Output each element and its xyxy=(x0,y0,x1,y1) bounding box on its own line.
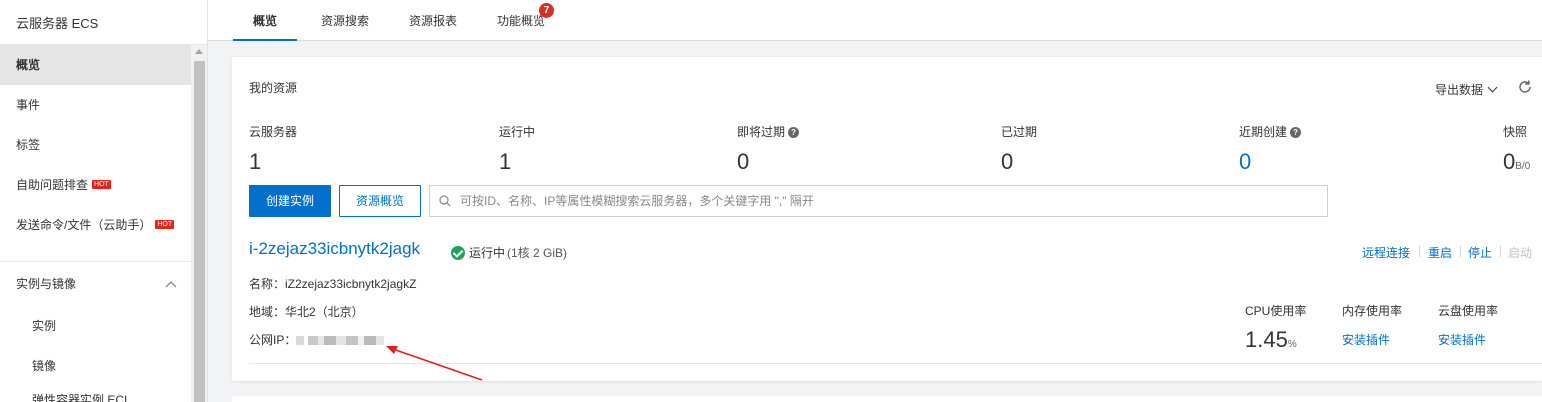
metric-value: 1.45 xyxy=(1245,327,1288,352)
sidebar-item-eci[interactable]: 弹性容器实例 ECI xyxy=(0,386,191,402)
ip-label: 公网IP： xyxy=(249,333,297,347)
metric-label: 内存使用率 xyxy=(1342,304,1403,318)
stat-label: 已过期 xyxy=(1001,125,1038,139)
metric-unit: % xyxy=(1287,339,1297,350)
stat-label: 近期创建 xyxy=(1239,125,1288,139)
product-title: 云服务器 ECS xyxy=(16,16,99,31)
search-input[interactable] xyxy=(460,186,1320,216)
tab-resource-search[interactable]: 资源搜索 xyxy=(309,0,381,41)
check-circle-icon xyxy=(451,246,465,260)
metric-label: 云盘使用率 xyxy=(1438,304,1499,318)
next-card xyxy=(232,396,1542,402)
instance-id-link[interactable]: i-2zejaz33icbnytk2jagk xyxy=(249,239,420,259)
chevron-up-icon xyxy=(165,262,177,306)
sidebar-item-label: 自助问题排查 xyxy=(16,178,89,192)
instance-name: 名称：iZ2zejaz33icbnytk2jagkZ xyxy=(249,277,417,291)
sidebar-item-overview[interactable]: 概览 xyxy=(0,45,191,85)
sidebar-scrollbar[interactable] xyxy=(191,45,207,402)
action-divider xyxy=(1500,246,1501,257)
install-plugin-link[interactable]: 安装插件 xyxy=(1438,331,1498,348)
status-text: 运行中 xyxy=(469,246,506,260)
sidebar-item-label: 发送命令/文件（云助手） xyxy=(16,218,152,232)
sidebar-item-troubleshoot[interactable]: 自助问题排查 HOT xyxy=(0,165,191,205)
sidebar-item-label: 事件 xyxy=(16,98,41,112)
stat-value: 0 xyxy=(737,149,750,174)
create-instance-button[interactable]: 创建实例 xyxy=(249,185,331,217)
action-divider xyxy=(1419,246,1420,257)
notification-badge: 7 xyxy=(539,3,554,18)
masked-ip-value xyxy=(296,336,385,345)
memory-usage: 内存使用率 安装插件 xyxy=(1342,302,1402,348)
refresh-icon[interactable] xyxy=(1517,79,1533,95)
stat-value: 1 xyxy=(499,149,512,174)
instance-region: 地域：华北2（北京） xyxy=(249,305,364,319)
tab-resource-report[interactable]: 资源报表 xyxy=(397,0,469,41)
stat-snapshots: 快照 0B/0 xyxy=(1503,124,1530,179)
export-label: 导出数据 xyxy=(1435,83,1484,97)
stat-label: 云服务器 xyxy=(249,125,298,139)
cpu-usage: CPU使用率 1.45% xyxy=(1245,302,1306,353)
scroll-up-arrow-icon[interactable] xyxy=(195,49,203,54)
stat-running: 运行中 1 xyxy=(499,124,535,174)
resource-overview-button[interactable]: 资源概览 xyxy=(339,185,421,217)
stat-unit: B/0 xyxy=(1515,161,1531,172)
help-icon[interactable]: ? xyxy=(788,127,800,138)
restart-button[interactable]: 重启 xyxy=(1428,244,1452,261)
stat-label: 运行中 xyxy=(499,125,536,139)
export-data-dropdown[interactable]: 导出数据 xyxy=(1435,81,1498,98)
install-plugin-link[interactable]: 安装插件 xyxy=(1342,331,1402,348)
tab-overview[interactable]: 概览 xyxy=(233,0,297,41)
sidebar-group-instances-images[interactable]: 实例与镜像 xyxy=(0,262,191,306)
sidebar-item-label: 镜像 xyxy=(32,359,57,373)
stat-value: 1 xyxy=(249,149,262,174)
stat-expiring: 即将过期? 0 xyxy=(737,124,800,174)
stop-button[interactable]: 停止 xyxy=(1468,244,1492,261)
instance-status: 运行中 (1核 2 GiB) xyxy=(451,244,567,261)
card-title: 我的资源 xyxy=(249,81,298,95)
sidebar-item-instances[interactable]: 实例 xyxy=(0,306,191,346)
help-icon[interactable]: ? xyxy=(1290,127,1302,138)
metric-label: CPU使用率 xyxy=(1245,304,1307,318)
stat-label: 即将过期 xyxy=(737,125,786,139)
top-tabs: 概览 资源搜索 资源报表 功能概览 7 xyxy=(208,0,1542,41)
disk-usage: 云盘使用率 安装插件 xyxy=(1438,302,1498,348)
sidebar-item-send-command[interactable]: 发送命令/文件（云助手） HOT xyxy=(0,205,191,245)
sidebar-item-tags[interactable]: 标签 xyxy=(0,125,191,165)
instance-public-ip: 公网IP： xyxy=(249,331,385,348)
my-resources-card: 我的资源 导出数据 云服务器 1 运行中 1 即将过期? 0 已过期 0 近期创… xyxy=(232,57,1542,381)
sidebar-nav: 概览 事件 标签 自助问题排查 HOT 发送命令/文件（云助手） HOT 实例与镜像… xyxy=(0,45,191,402)
start-button: 启动 xyxy=(1508,246,1533,260)
sidebar-item-events[interactable]: 事件 xyxy=(0,85,191,125)
instance-search-box[interactable] xyxy=(429,185,1328,217)
remote-connect-button[interactable]: 远程连接 xyxy=(1362,244,1410,261)
action-divider xyxy=(1460,246,1461,257)
stat-servers: 云服务器 1 xyxy=(249,124,297,174)
stat-value: 0 xyxy=(1001,149,1014,174)
card-divider xyxy=(249,363,1542,364)
stat-recently-created[interactable]: 近期创建? 0 xyxy=(1239,124,1302,174)
instance-spec: (1核 2 GiB) xyxy=(507,246,568,260)
stat-label: 快照 xyxy=(1503,125,1528,139)
hot-badge: HOT xyxy=(155,220,175,229)
sidebar-item-images[interactable]: 镜像 xyxy=(0,346,191,386)
sidebar: 云服务器 ECS 概览 事件 标签 自助问题排查 HOT 发送命令/文件（云助手）… xyxy=(0,0,208,402)
sidebar-item-label: 标签 xyxy=(16,138,41,152)
sidebar-item-label: 弹性容器实例 ECI xyxy=(32,393,128,402)
sidebar-item-label: 实例 xyxy=(32,319,57,333)
stat-value: 0 xyxy=(1503,149,1516,174)
search-icon xyxy=(439,195,451,207)
sidebar-group-label: 实例与镜像 xyxy=(16,277,77,291)
hot-badge: HOT xyxy=(92,180,111,189)
scrollbar-thumb[interactable] xyxy=(194,61,205,402)
chevron-down-icon xyxy=(1487,82,1498,93)
sidebar-item-label: 概览 xyxy=(16,58,41,72)
stat-value[interactable]: 0 xyxy=(1239,150,1301,174)
stat-expired: 已过期 0 xyxy=(1001,124,1037,174)
